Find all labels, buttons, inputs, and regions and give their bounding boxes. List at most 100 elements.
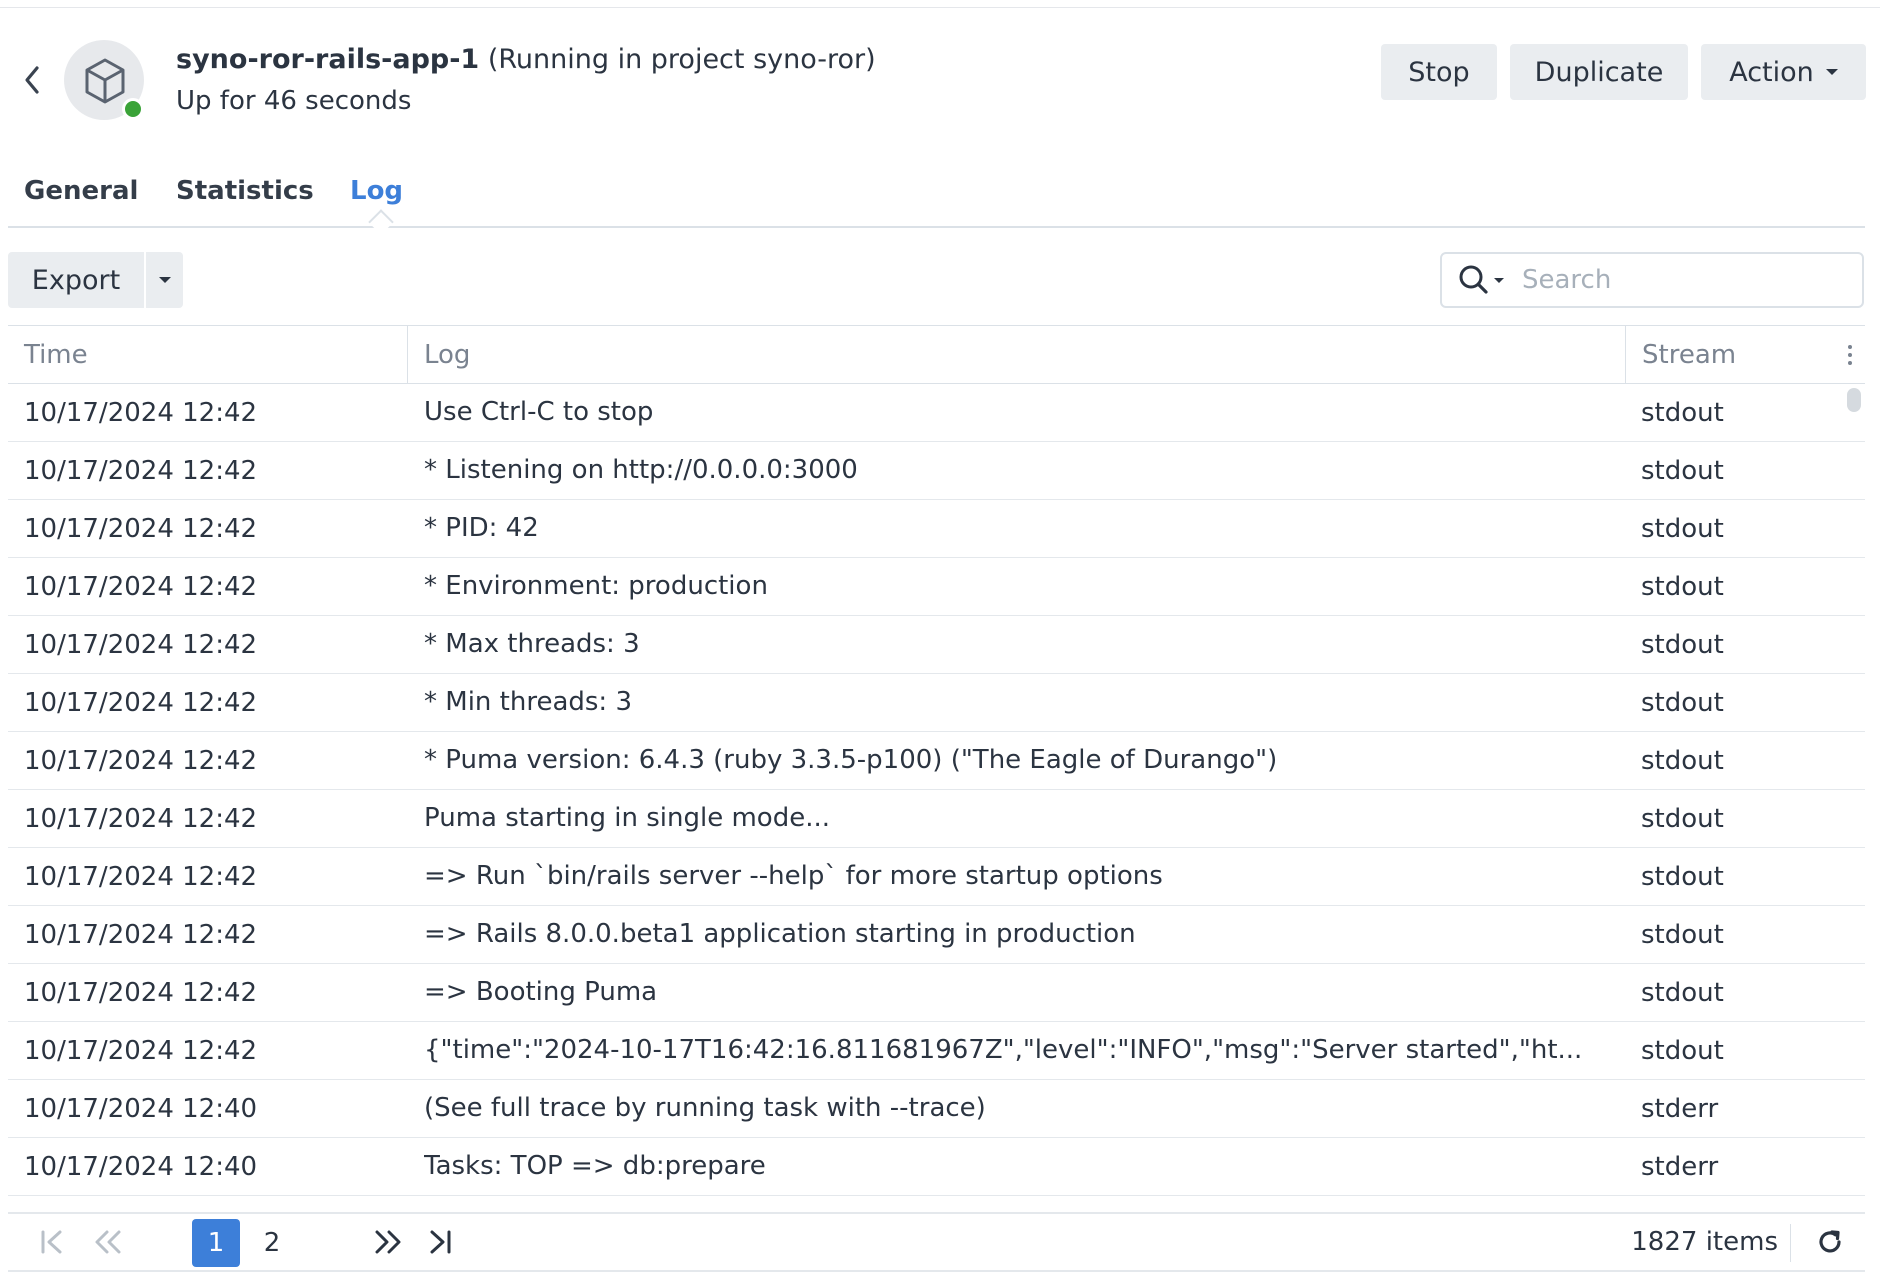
next-page-icon[interactable] <box>366 1214 410 1270</box>
export-button-group: Export <box>8 252 183 308</box>
stream-cell: stdout <box>1641 861 1724 892</box>
table-row[interactable]: 10/17/2024 12:42 => Run `bin/rails server… <box>8 848 1865 906</box>
log-cell: * Environment: production <box>424 571 768 601</box>
export-button[interactable]: Export <box>8 252 146 308</box>
box-icon <box>85 58 125 104</box>
stream-cell: stdout <box>1641 977 1724 1008</box>
pagination-bar: 1 2 1827 items <box>8 1212 1865 1272</box>
table-row[interactable]: 10/17/2024 12:42 => Rails 8.0.0.beta1 app… <box>8 906 1865 964</box>
vertical-scrollbar-thumb[interactable] <box>1847 388 1861 412</box>
search-input[interactable] <box>1522 265 1842 295</box>
time-cell: 10/17/2024 12:42 <box>24 919 258 950</box>
page-2-button[interactable]: 2 <box>248 1219 296 1267</box>
log-cell: (See full trace by running task with --t… <box>424 1093 986 1123</box>
action-label: Action <box>1729 56 1814 88</box>
time-cell: 10/17/2024 12:42 <box>24 455 258 486</box>
table-row[interactable]: 10/17/2024 12:40 Tasks: TOP => db:prepare… <box>8 1138 1865 1196</box>
log-cell: Tasks: TOP => db:prepare <box>424 1151 766 1181</box>
time-cell: 10/17/2024 12:40 <box>24 1151 258 1182</box>
time-cell: 10/17/2024 12:42 <box>24 977 258 1008</box>
caret-down-icon <box>158 277 171 283</box>
table-row[interactable]: 10/17/2024 12:42 * Min threads: 3 stdout <box>8 674 1865 732</box>
stream-cell: stdout <box>1641 571 1724 602</box>
log-cell: => Booting Puma <box>424 977 658 1007</box>
container-title: syno-ror-rails-app-1 (Running in project… <box>176 44 876 75</box>
export-dropdown-toggle[interactable] <box>146 252 183 308</box>
stream-cell: stdout <box>1641 513 1724 544</box>
table-body: 10/17/2024 12:42 Use Ctrl-C to stop stdout… <box>8 384 1865 1197</box>
search-options-toggle[interactable] <box>1442 254 1522 306</box>
duplicate-label: Duplicate <box>1534 56 1664 88</box>
stream-cell: stdout <box>1641 745 1724 776</box>
table-row[interactable]: 10/17/2024 12:42 Puma starting in single … <box>8 790 1865 848</box>
tab-general[interactable]: General <box>24 176 138 206</box>
stop-label: Stop <box>1408 56 1470 88</box>
duplicate-button[interactable]: Duplicate <box>1510 44 1688 100</box>
previous-page-icon[interactable] <box>86 1214 130 1270</box>
time-cell: 10/17/2024 12:42 <box>24 571 258 602</box>
log-cell: * PID: 42 <box>424 513 539 543</box>
log-cell: * Min threads: 3 <box>424 687 632 717</box>
table-row[interactable]: 10/17/2024 12:42 => Booting Puma stdout <box>8 964 1865 1022</box>
log-cell: Puma starting in single mode... <box>424 803 830 833</box>
stream-cell: stdout <box>1641 455 1724 486</box>
column-header-log[interactable]: Log <box>407 326 1625 383</box>
container-name: syno-ror-rails-app-1 <box>176 44 480 75</box>
stream-cell: stdout <box>1641 687 1724 718</box>
stream-cell: stdout <box>1641 919 1724 950</box>
action-dropdown-button[interactable]: Action <box>1701 44 1866 100</box>
log-cell: => Rails 8.0.0.beta1 application startin… <box>424 919 1136 949</box>
caret-down-icon <box>1494 277 1504 283</box>
stream-cell: stderr <box>1641 1151 1719 1182</box>
table-row[interactable]: 10/17/2024 12:42 * Environment: productio… <box>8 558 1865 616</box>
time-cell: 10/17/2024 12:42 <box>24 803 258 834</box>
time-cell: 10/17/2024 12:42 <box>24 687 258 718</box>
column-header-time[interactable]: Time <box>8 326 407 383</box>
table-row[interactable]: 10/17/2024 12:42 Use Ctrl-C to stop stdout <box>8 384 1865 442</box>
refresh-icon[interactable] <box>1808 1214 1852 1270</box>
table-row[interactable]: 10/17/2024 12:40 (See full trace by runni… <box>8 1080 1865 1138</box>
log-cell: {"time":"2024-10-17T16:42:16.811681967Z"… <box>424 1035 1583 1065</box>
stream-cell: stdout <box>1641 397 1724 428</box>
table-row[interactable]: 10/17/2024 12:42 * Listening on http://0.… <box>8 442 1865 500</box>
uptime-text: Up for 46 seconds <box>176 86 412 116</box>
top-divider <box>0 7 1880 8</box>
tab-bar: General Statistics Log <box>8 168 1865 235</box>
table-row[interactable]: 10/17/2024 12:42 * PID: 42 stdout <box>8 500 1865 558</box>
project-note: (Running in project syno-ror) <box>487 44 876 75</box>
stream-cell: stderr <box>1641 1093 1719 1124</box>
log-cell: Use Ctrl-C to stop <box>424 397 654 427</box>
stop-button[interactable]: Stop <box>1381 44 1497 100</box>
table-header: Time Log Stream <box>8 325 1865 384</box>
page-1-button[interactable]: 1 <box>192 1219 240 1267</box>
search-box <box>1440 252 1864 308</box>
log-cell: * Listening on http://0.0.0.0:3000 <box>424 455 858 485</box>
active-tab-indicator <box>368 209 394 235</box>
column-menu-icon[interactable] <box>1838 340 1862 370</box>
caret-down-icon <box>1825 69 1838 75</box>
time-cell: 10/17/2024 12:42 <box>24 1035 258 1066</box>
time-cell: 10/17/2024 12:40 <box>24 1093 258 1124</box>
time-cell: 10/17/2024 12:42 <box>24 745 258 776</box>
time-cell: 10/17/2024 12:42 <box>24 513 258 544</box>
table-row[interactable]: 10/17/2024 12:42 {"time":"2024-10-17T16:4… <box>8 1022 1865 1080</box>
time-cell: 10/17/2024 12:42 <box>24 861 258 892</box>
table-row[interactable]: 10/17/2024 12:42 * Puma version: 6.4.3 (r… <box>8 732 1865 790</box>
time-cell: 10/17/2024 12:42 <box>24 397 258 428</box>
stream-cell: stdout <box>1641 629 1724 660</box>
column-header-stream[interactable]: Stream <box>1625 326 1835 383</box>
pager-divider <box>1790 1224 1791 1262</box>
log-cell: * Puma version: 6.4.3 (ruby 3.3.5-p100) … <box>424 745 1278 775</box>
table-row[interactable]: 10/17/2024 12:42 * Max threads: 3 stdout <box>8 616 1865 674</box>
tab-statistics[interactable]: Statistics <box>176 176 314 206</box>
log-cell: * Max threads: 3 <box>424 629 640 659</box>
search-icon <box>1459 265 1488 294</box>
back-chevron-icon[interactable] <box>18 62 48 98</box>
stream-cell: stdout <box>1641 803 1724 834</box>
items-count: 1827 items <box>1631 1227 1778 1257</box>
last-page-icon[interactable] <box>422 1214 458 1270</box>
tab-log[interactable]: Log <box>350 176 403 206</box>
first-page-icon[interactable] <box>32 1214 72 1270</box>
log-table: Time Log Stream 10/17/2024 12:42 Use Ctrl… <box>8 325 1865 1197</box>
stream-cell: stdout <box>1641 1035 1724 1066</box>
